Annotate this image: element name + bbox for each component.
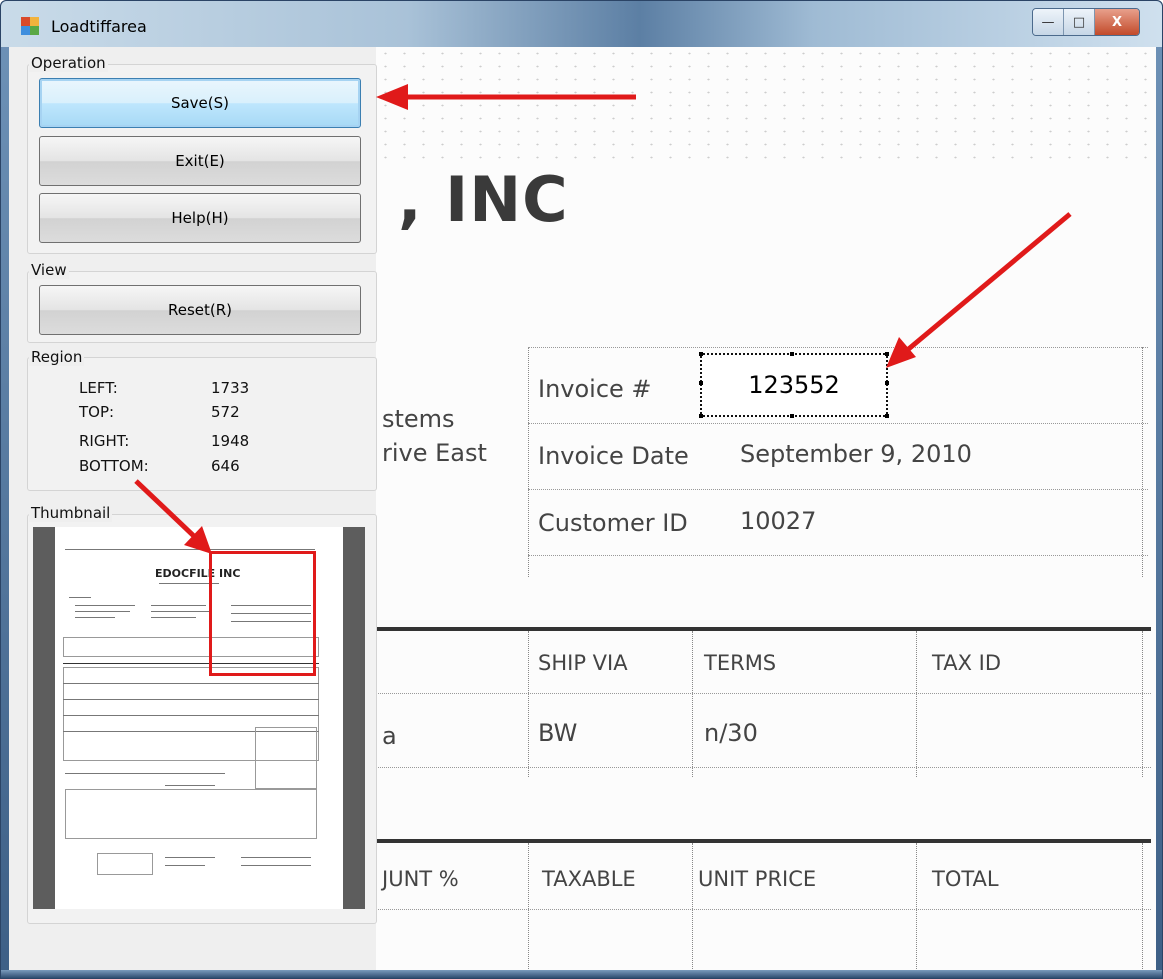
title-bar[interactable]: Loadtiffarea — □ X xyxy=(1,1,1162,47)
region-right-label: RIGHT: xyxy=(79,432,130,450)
document-view[interactable]: , INC stems rive East Invoice # 123552 I… xyxy=(376,47,1156,972)
maximize-button[interactable]: □ xyxy=(1064,9,1095,35)
document-address-line-2: rive East xyxy=(382,439,487,467)
control-panel: Operation Save(S) Exit(E) Help(H) View R… xyxy=(9,47,377,972)
document-address-line-1: stems xyxy=(382,405,455,433)
save-button[interactable]: Save(S) xyxy=(39,78,361,128)
region-left-value: 1733 xyxy=(211,379,250,397)
invoice-number-label: Invoice # xyxy=(538,375,652,403)
view-group-label: View xyxy=(29,261,69,279)
reset-button[interactable]: Reset(R) xyxy=(39,285,361,335)
tax-id-header: TAX ID xyxy=(932,651,1001,675)
invoice-date-value: September 9, 2010 xyxy=(740,440,972,468)
unit-price-header: UNIT PRICE xyxy=(698,867,817,891)
discount-header: JUNT % xyxy=(382,867,459,891)
minimize-button[interactable]: — xyxy=(1033,9,1064,35)
scan-noise xyxy=(376,47,1156,167)
region-bottom-value: 646 xyxy=(211,457,240,475)
taxable-header: TAXABLE xyxy=(542,867,636,891)
client-area: , INC stems rive East Invoice # 123552 I… xyxy=(9,47,1156,972)
region-top-value: 572 xyxy=(211,403,240,421)
customer-id-label: Customer ID xyxy=(538,509,688,537)
exit-button[interactable]: Exit(E) xyxy=(39,136,361,186)
region-top-label: TOP: xyxy=(79,403,115,421)
window-title: Loadtiffarea xyxy=(51,17,147,36)
document-company-name: , INC xyxy=(398,163,569,236)
close-button[interactable]: X xyxy=(1095,9,1139,35)
invoice-number-value: 123552 xyxy=(748,371,840,399)
thumbnail-region-highlight xyxy=(209,551,316,676)
caption-buttons: — □ X xyxy=(1032,8,1140,36)
app-icon xyxy=(21,17,39,35)
terms-value: n/30 xyxy=(704,719,758,747)
app-window: Loadtiffarea — □ X , INC stems rive East… xyxy=(0,0,1163,979)
help-button[interactable]: Help(H) xyxy=(39,193,361,243)
region-group-label: Region xyxy=(29,348,85,366)
region-bottom-label: BOTTOM: xyxy=(79,457,149,475)
invoice-date-label: Invoice Date xyxy=(538,442,689,470)
selected-region-box[interactable]: 123552 xyxy=(699,352,889,418)
total-header: TOTAL xyxy=(932,867,999,891)
ship-via-value: BW xyxy=(538,719,578,747)
thumbnail-page: EDOCFILE INC xyxy=(55,527,343,909)
ship-via-header: SHIP VIA xyxy=(538,651,628,675)
operation-group-label: Operation xyxy=(29,54,108,72)
customer-id-value: 10027 xyxy=(740,507,817,535)
thumbnail-group-label: Thumbnail xyxy=(29,504,113,522)
thumbnail-view[interactable]: EDOCFILE INC xyxy=(33,527,365,909)
region-right-value: 1948 xyxy=(211,432,250,450)
row-partial-text: a xyxy=(382,722,397,750)
region-left-label: LEFT: xyxy=(79,379,118,397)
terms-header: TERMS xyxy=(704,651,777,675)
